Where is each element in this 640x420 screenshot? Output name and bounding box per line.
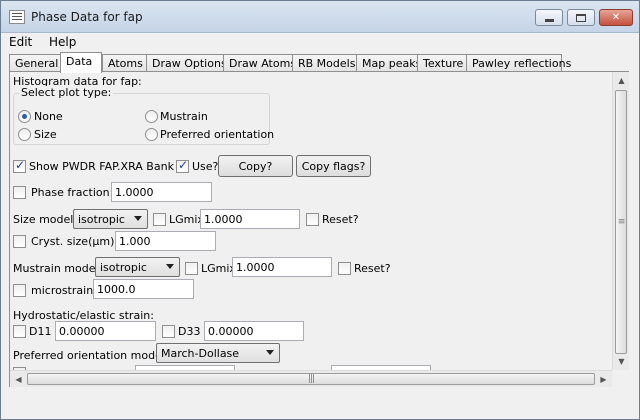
cryst-size-checkbox[interactable]	[13, 235, 26, 248]
size-lgmix-label: LGmix	[169, 213, 204, 226]
scroll-right-icon[interactable]: ▶	[595, 371, 612, 388]
data-tab-panel: Histogram data for fap: Select plot type…	[9, 71, 629, 387]
phase-fraction-checkbox[interactable]	[13, 186, 26, 199]
vertical-scrollbar[interactable]: ▲ ≡ ▼	[612, 72, 629, 370]
mustrain-lgmix-label: LGmix	[201, 262, 236, 275]
radio-preferred-orientation-label: Preferred orientation	[160, 128, 275, 141]
maximize-icon	[576, 13, 586, 22]
radio-none[interactable]	[18, 110, 31, 123]
copy-flags-button[interactable]: Copy flags?	[296, 155, 371, 177]
tab-draw-options[interactable]: Draw Options	[146, 54, 227, 72]
radio-preferred-orientation[interactable]	[145, 128, 158, 141]
scroll-up-icon[interactable]: ▲	[613, 72, 630, 89]
d11-label: D11	[29, 325, 52, 338]
size-lgmix-input[interactable]: 1.0000	[200, 209, 300, 229]
tab-general[interactable]: General	[9, 54, 61, 72]
size-model-label: Size model:	[13, 213, 78, 226]
use-label: Use?	[192, 160, 219, 173]
scroll-left-icon[interactable]: ◀	[10, 371, 27, 388]
window-title: Phase Data for fap	[31, 10, 143, 24]
chevron-down-icon	[166, 264, 174, 269]
mustrain-reset-label: Reset?	[354, 262, 391, 275]
scroll-down-icon[interactable]: ▼	[613, 353, 630, 370]
microstrain-checkbox[interactable]	[13, 284, 26, 297]
chevron-down-icon	[266, 350, 274, 355]
radio-size-label: Size	[34, 128, 57, 141]
scroll-content: Histogram data for fap: Select plot type…	[10, 72, 612, 370]
mustrain-model-select[interactable]: isotropic	[95, 257, 180, 277]
title-bar[interactable]: Phase Data for fap ✕	[1, 1, 639, 33]
pref-orient-value: March-Dollase	[161, 347, 240, 360]
minimize-button[interactable]	[535, 9, 563, 26]
d11-input[interactable]: 0.00000	[55, 321, 156, 341]
d11-checkbox[interactable]	[13, 325, 26, 338]
d33-input[interactable]: 0.00000	[204, 321, 304, 341]
tab-texture[interactable]: Texture	[417, 54, 467, 72]
menu-help[interactable]: Help	[49, 35, 76, 49]
maximize-button[interactable]	[567, 9, 595, 26]
vertical-scroll-thumb[interactable]: ≡	[615, 90, 627, 354]
mustrain-model-value: isotropic	[100, 261, 147, 274]
radio-size[interactable]	[18, 128, 31, 141]
menu-edit[interactable]: Edit	[9, 35, 32, 49]
close-button[interactable]: ✕	[599, 9, 633, 26]
cryst-size-input[interactable]: 1.000	[115, 231, 216, 251]
grip-icon: |||	[307, 374, 315, 384]
horizontal-scroll-thumb[interactable]: |||	[27, 373, 595, 385]
microstrain-input[interactable]: 1000.0	[93, 279, 194, 299]
mustrain-model-label: Mustrain model:	[13, 262, 103, 275]
copy-button[interactable]: Copy?	[218, 155, 293, 177]
pref-orient-label: Preferred orientation model	[13, 349, 165, 362]
microstrain-label: microstrain:	[31, 284, 97, 297]
menu-bar: Edit Help	[1, 33, 639, 51]
use-checkbox[interactable]	[176, 158, 189, 173]
show-pwdr-label: Show PWDR FAP.XRA Bank 1	[29, 160, 185, 173]
cryst-size-label: Cryst. size(μm):	[31, 235, 119, 248]
horizontal-scrollbar[interactable]: ◀ ||| ▶	[10, 370, 612, 387]
plot-type-title: Select plot type:	[19, 86, 114, 99]
tab-atoms[interactable]: Atoms	[102, 54, 147, 72]
mustrain-lgmix-checkbox[interactable]	[185, 262, 198, 275]
radio-none-label: None	[34, 110, 63, 123]
tab-data[interactable]: Data	[60, 52, 102, 73]
phase-fraction-label: Phase fraction:	[31, 186, 114, 199]
document-icon	[9, 10, 25, 24]
d33-checkbox[interactable]	[162, 325, 175, 338]
scroll-corner	[612, 370, 629, 387]
size-model-select[interactable]: isotropic	[73, 209, 148, 229]
tab-rb-models[interactable]: RB Models	[292, 54, 357, 72]
grip-icon: ≡	[617, 217, 625, 227]
tab-pawley-reflections[interactable]: Pawley reflections	[466, 54, 571, 72]
close-icon: ✕	[611, 12, 621, 23]
radio-mustrain-label: Mustrain	[160, 110, 208, 123]
d33-label: D33	[178, 325, 201, 338]
size-lgmix-checkbox[interactable]	[153, 213, 166, 226]
show-pwdr-checkbox[interactable]	[13, 158, 26, 173]
size-model-value: isotropic	[78, 213, 125, 226]
mustrain-lgmix-input[interactable]: 1.0000	[232, 257, 332, 277]
phase-data-window: Phase Data for fap ✕ Edit Help General D…	[0, 0, 640, 420]
minimize-icon	[544, 18, 554, 22]
size-reset-checkbox[interactable]	[306, 213, 319, 226]
phase-fraction-input[interactable]: 1.0000	[111, 182, 212, 202]
size-reset-label: Reset?	[322, 213, 359, 226]
chevron-down-icon	[134, 216, 142, 221]
tab-map-peaks[interactable]: Map peaks	[356, 54, 421, 72]
radio-mustrain[interactable]	[145, 110, 158, 123]
tab-draw-atoms[interactable]: Draw Atoms	[223, 54, 296, 72]
mustrain-reset-checkbox[interactable]	[338, 262, 351, 275]
pref-orient-select[interactable]: March-Dollase	[156, 343, 280, 363]
